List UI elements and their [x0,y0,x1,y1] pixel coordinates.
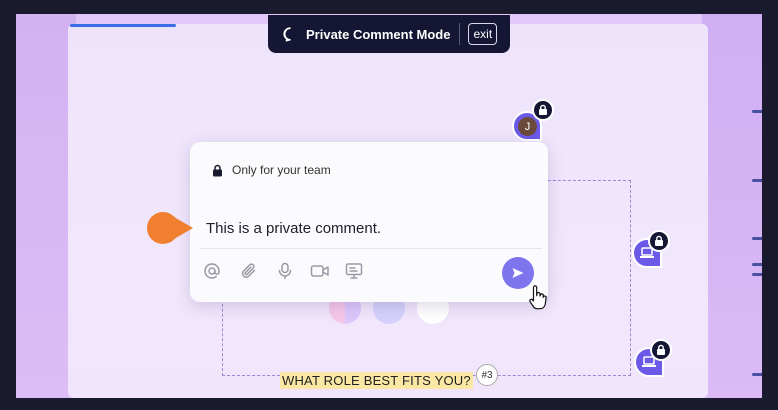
microphone-icon[interactable] [276,262,294,280]
lock-icon [213,164,222,177]
left-backdrop [16,14,76,398]
avatar-initial: J [518,117,537,136]
lock-badge-icon [648,230,670,252]
comment-panel: Only for your team This is a private com… [190,142,548,302]
lock-badge-icon [650,339,672,361]
tick-mark [752,273,762,276]
tick-mark [752,237,762,240]
exit-button[interactable]: exit [468,23,498,45]
comment-input[interactable]: This is a private comment. [206,220,381,237]
attachment-icon[interactable] [240,262,258,280]
comment-pointer-marker [147,212,193,244]
banner-title: Private Comment Mode [306,26,451,42]
question-title[interactable]: WHAT ROLE BEST FITS YOU? [280,372,473,389]
tick-mark [752,110,762,113]
progress-bar [70,24,176,27]
question-number-badge: #3 [476,364,498,386]
tick-mark [752,263,762,266]
lock-badge-icon [532,99,554,121]
send-icon [512,268,524,278]
tick-mark [752,179,762,182]
banner-divider [459,23,461,45]
hand-cursor-icon [529,285,547,310]
mention-icon[interactable] [203,262,221,280]
video-icon[interactable] [310,262,330,280]
side-ticks [748,0,762,410]
screen-icon[interactable] [345,262,363,280]
comment-bubble-icon [283,27,291,42]
divider [200,248,542,249]
private-mode-banner: Private Comment Mode exit [268,15,510,53]
visibility-label: Only for your team [232,163,331,177]
tick-mark [752,373,762,376]
